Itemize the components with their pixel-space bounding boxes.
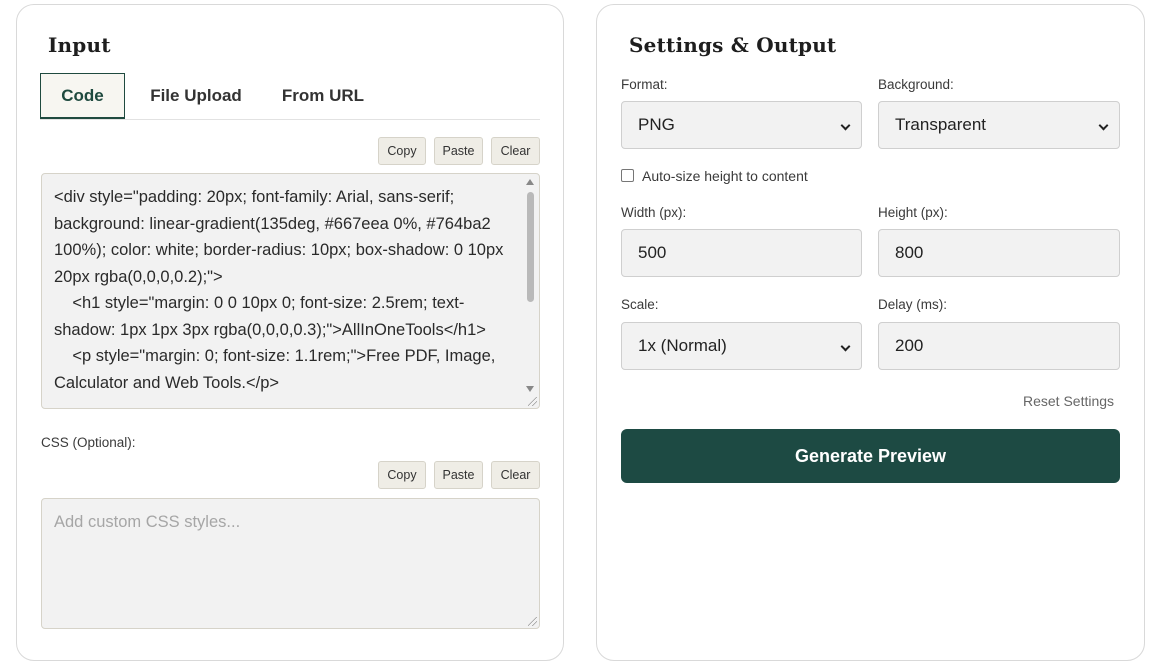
tab-file-upload[interactable]: File Upload <box>140 73 252 119</box>
resize-grip-icon[interactable] <box>528 617 537 626</box>
background-select-value: Transparent <box>895 115 987 134</box>
delay-label: Delay (ms): <box>878 297 948 312</box>
scroll-up-icon[interactable] <box>526 179 534 185</box>
scroll-down-icon[interactable] <box>526 386 534 392</box>
chevron-down-icon <box>840 120 851 131</box>
code-copy-button[interactable]: Copy <box>378 137 426 165</box>
code-editor-text: <div style="padding: 20px; font-family: … <box>54 188 504 392</box>
background-select[interactable]: Transparent <box>878 101 1120 149</box>
settings-panel-title: Settings & Output <box>629 33 837 57</box>
resize-grip-icon[interactable] <box>528 397 537 406</box>
delay-input-value: 200 <box>895 336 924 355</box>
autosize-label[interactable]: Auto-size height to content <box>642 168 808 184</box>
code-clear-button[interactable]: Clear <box>491 137 540 165</box>
tab-from-url[interactable]: From URL <box>274 73 372 119</box>
input-tabs: Code File Upload From URL <box>40 73 540 120</box>
css-label: CSS (Optional): <box>41 435 136 450</box>
chevron-down-icon <box>1098 120 1109 131</box>
delay-input[interactable]: 200 <box>878 322 1120 370</box>
scroll-thumb[interactable] <box>527 192 534 302</box>
width-input[interactable]: 500 <box>621 229 862 277</box>
tab-code[interactable]: Code <box>40 73 125 119</box>
code-editor[interactable]: <div style="padding: 20px; font-family: … <box>41 173 540 409</box>
code-paste-button[interactable]: Paste <box>434 137 483 165</box>
input-panel: Input Code File Upload From URL Copy Pas… <box>16 4 564 661</box>
css-paste-button[interactable]: Paste <box>434 461 483 489</box>
code-editor-scrollbar[interactable] <box>523 176 537 396</box>
height-input-value: 800 <box>895 243 924 262</box>
background-label: Background: <box>878 77 954 92</box>
css-editor[interactable]: Add custom CSS styles... <box>41 498 540 629</box>
height-label: Height (px): <box>878 205 948 220</box>
format-label: Format: <box>621 77 668 92</box>
chevron-down-icon <box>840 341 851 352</box>
autosize-checkbox[interactable] <box>621 169 634 182</box>
css-copy-button[interactable]: Copy <box>378 461 426 489</box>
height-input[interactable]: 800 <box>878 229 1120 277</box>
width-input-value: 500 <box>638 243 667 262</box>
settings-panel: Settings & Output Format: PNG Background… <box>596 4 1145 661</box>
css-editor-placeholder: Add custom CSS styles... <box>54 513 241 531</box>
scale-label: Scale: <box>621 297 659 312</box>
format-select[interactable]: PNG <box>621 101 862 149</box>
input-panel-title: Input <box>48 33 111 57</box>
scale-select[interactable]: 1x (Normal) <box>621 322 862 370</box>
width-label: Width (px): <box>621 205 687 220</box>
css-clear-button[interactable]: Clear <box>491 461 540 489</box>
generate-preview-button[interactable]: Generate Preview <box>621 429 1120 483</box>
format-select-value: PNG <box>638 115 675 134</box>
scale-select-value: 1x (Normal) <box>638 336 727 355</box>
reset-settings-link[interactable]: Reset Settings <box>1023 393 1114 409</box>
